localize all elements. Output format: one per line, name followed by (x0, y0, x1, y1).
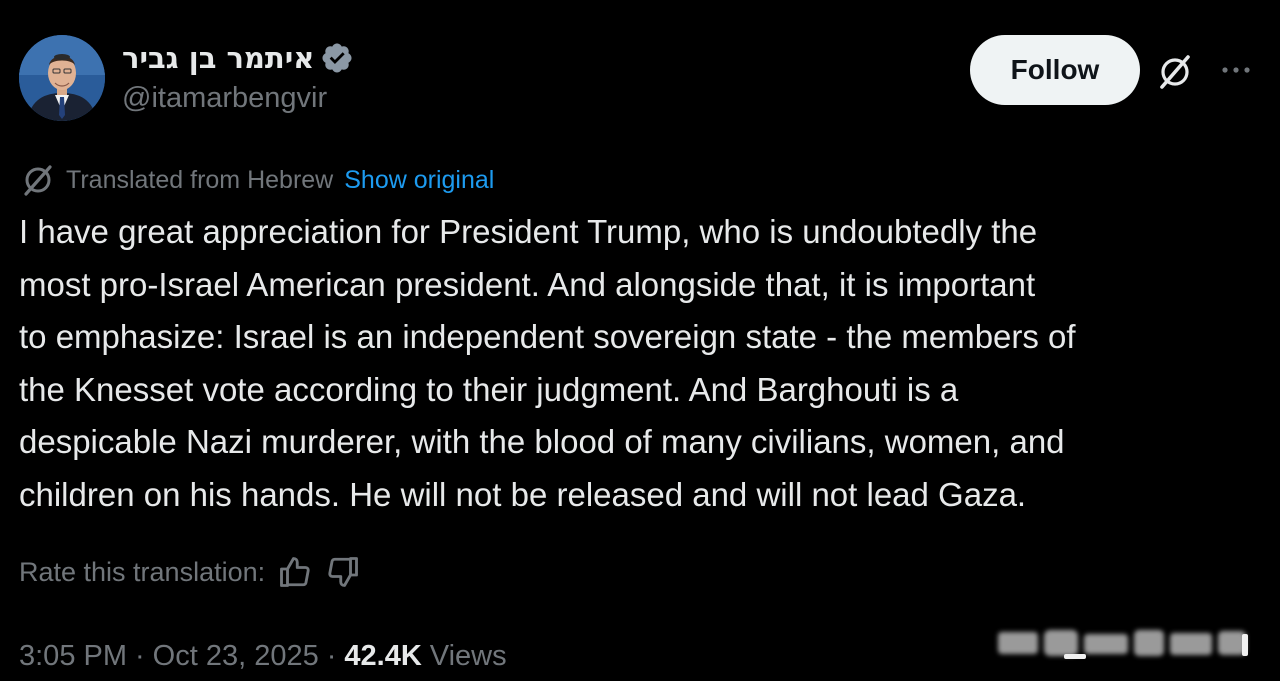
views-count: 42.4K (344, 639, 422, 672)
tweet-line: I have great appreciation for President … (19, 213, 1038, 250)
tweet-line: the Knesset vote according to their judg… (19, 370, 959, 408)
views-label: Views (429, 639, 507, 672)
translation-notice: Translated from Hebrew Show original (20, 160, 494, 200)
tweet-line: to emphasize: Israel is an independent s… (19, 318, 1076, 355)
show-original-link[interactable]: Show original (344, 166, 494, 195)
tweet-line: most pro-Israel American president. And … (19, 265, 1036, 303)
rate-translation-row: Rate this translation: (19, 552, 373, 592)
avatar[interactable] (19, 35, 105, 121)
rate-translation-label: Rate this translation: (19, 556, 266, 587)
meta-separator: · (135, 639, 145, 672)
avatar-image (19, 35, 105, 121)
tweet-line: children on his hands. He will not be re… (19, 475, 1027, 513)
author-handle[interactable]: @itamarbengvir (122, 82, 327, 115)
translate-icon (20, 162, 56, 198)
tweet-line: despicable Nazi murderer, with the blood… (19, 423, 1065, 460)
translated-from-label: Translated from Hebrew (66, 165, 334, 194)
tweet-time[interactable]: 3:05 PM (19, 640, 127, 673)
author-name-row[interactable]: איתמר בן גביר (122, 38, 354, 78)
tweet-text: I have great appreciation for President … (19, 206, 1264, 521)
grok-icon[interactable] (1155, 52, 1195, 92)
verified-badge-icon (320, 41, 354, 75)
tweet-meta: 3:05 PM · Oct 23, 2025 · 42.4K Views (19, 636, 507, 676)
thumbs-down-icon[interactable] (325, 554, 361, 590)
tweet-date[interactable]: Oct 23, 2025 (153, 640, 319, 673)
follow-button[interactable]: Follow (970, 35, 1140, 105)
blurred-watermark (990, 624, 1260, 672)
more-options-icon[interactable] (1216, 58, 1256, 82)
thumbs-up-icon[interactable] (277, 554, 313, 590)
meta-separator: · (326, 639, 337, 672)
author-display-name[interactable]: איתמר בן גביר (122, 41, 314, 75)
